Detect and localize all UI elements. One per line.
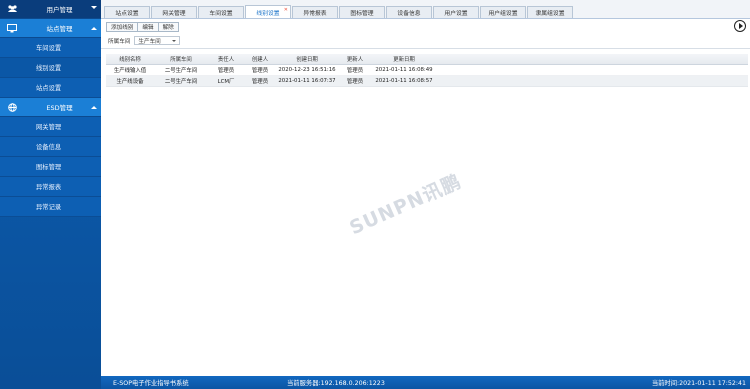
delete-button[interactable]: 解除 <box>157 22 179 32</box>
sidebar-group-label: ESD管理 <box>46 104 73 112</box>
tab-workshop-settings[interactable]: 车间设置 <box>198 6 244 18</box>
table-cell: 2021-01-11 16:08:57 <box>375 78 433 84</box>
sidebar-item-exception-report[interactable]: 异常报表 <box>0 177 101 197</box>
chevron-up-icon <box>91 106 97 109</box>
sidebar-header-user-management[interactable]: 用户管理 <box>0 0 101 19</box>
close-icon[interactable]: ✕ <box>284 7 288 13</box>
table-cell: 二号生产车间 <box>164 79 198 85</box>
tab-station-settings[interactable]: 站点设置 <box>104 6 150 18</box>
divider <box>101 48 750 49</box>
chevron-down-icon <box>91 6 97 9</box>
table-cell: 管理员 <box>346 79 364 85</box>
server-info: 当前服务器:192.168.0.206:1223 <box>287 380 385 387</box>
tab-user-settings[interactable]: 用户设置 <box>433 6 479 18</box>
tab-line-settings[interactable]: 线别设置 ✕ <box>245 5 291 18</box>
table-cell: LCM厂 <box>217 79 235 85</box>
column-header[interactable]: 创建人 <box>244 55 276 63</box>
globe-icon <box>6 102 18 112</box>
sidebar-item-gateway-management[interactable]: 网关管理 <box>0 117 101 137</box>
chevron-up-icon <box>91 27 97 30</box>
column-header[interactable]: 更新日期 <box>372 55 436 63</box>
table-cell: 生产线设备 <box>116 79 144 85</box>
table-cell: 生产线输入值 <box>113 68 147 74</box>
sidebar-group-esd-management[interactable]: ESD管理 <box>0 98 101 117</box>
table-cell: 2020-12-23 16:51:16 <box>278 67 336 73</box>
table-cell: 管理员 <box>346 68 364 74</box>
table-cell: 二号生产车间 <box>164 68 198 74</box>
tab-bar: 站点设置 网关管理 车间设置 线别设置 ✕ 异常报表 图标管理 设备信息 用户设… <box>101 0 750 19</box>
table-cell: 管理员 <box>251 68 269 74</box>
tab-device-info[interactable]: 设备信息 <box>386 6 432 18</box>
column-header[interactable]: 线别名称 <box>106 55 154 63</box>
table-cell: 2021-01-11 16:07:37 <box>278 78 336 84</box>
chevron-down-icon <box>172 39 177 42</box>
column-header[interactable]: 创建日期 <box>276 55 338 63</box>
status-bar: E-SOP电子作业指导书系统 当前服务器:192.168.0.206:1223 … <box>101 376 750 389</box>
table-header-row: 线别名称 所属车间 责任人 创建人 创建日期 更新人 更新日期 <box>106 54 748 65</box>
play-icon[interactable] <box>734 20 746 32</box>
table-row[interactable]: 生产线输入值 二号生产车间 管理员 管理员 2020-12-23 16:51:1… <box>106 65 748 76</box>
sidebar-item-station-settings[interactable]: 站点设置 <box>0 78 101 98</box>
app-name: E-SOP电子作业指导书系统 <box>113 380 189 387</box>
current-time: 当前时间:2021-01-11 17:52:41 <box>651 380 746 387</box>
monitor-icon <box>6 23 18 33</box>
workshop-select[interactable]: 生产车间 <box>134 36 181 45</box>
main-content <box>101 49 750 376</box>
sidebar-item-exception-log[interactable]: 异常记录 <box>0 197 101 217</box>
column-header[interactable]: 所属车间 <box>154 55 208 63</box>
sidebar-group-station-management[interactable]: 站点管理 <box>0 19 101 38</box>
users-icon <box>6 4 18 14</box>
sidebar-item-line-settings[interactable]: 线别设置 <box>0 58 101 78</box>
table-row[interactable]: 生产线设备 二号生产车间 LCM厂 管理员 2021-01-11 16:07:3… <box>106 76 748 87</box>
table-cell: 管理员 <box>217 68 235 74</box>
add-line-button[interactable]: 添加线别 <box>106 22 139 32</box>
tab-membership-group-settings[interactable]: 隶属组设置 <box>527 6 573 18</box>
tab-label: 线别设置 <box>256 10 280 17</box>
edit-button[interactable]: 编辑 <box>137 22 159 32</box>
tab-icon-management[interactable]: 图标管理 <box>339 6 385 18</box>
sidebar-header-label: 用户管理 <box>46 6 73 14</box>
tab-exception-report[interactable]: 异常报表 <box>292 6 338 18</box>
tab-gateway-management[interactable]: 网关管理 <box>151 6 197 18</box>
line-table: 线别名称 所属车间 责任人 创建人 创建日期 更新人 更新日期 生产线输入值 二… <box>106 54 748 87</box>
select-value: 生产车间 <box>138 38 161 45</box>
sidebar-group-label: 站点管理 <box>46 25 73 33</box>
sidebar-item-device-info[interactable]: 设备信息 <box>0 137 101 157</box>
column-header[interactable]: 更新人 <box>338 55 372 63</box>
table-cell: 2021-01-11 16:08:49 <box>375 67 433 73</box>
tab-user-group-settings[interactable]: 用户组设置 <box>480 6 526 18</box>
filter-label: 所属车间 <box>108 38 131 45</box>
column-header[interactable]: 责任人 <box>208 55 244 63</box>
sidebar-item-icon-management[interactable]: 图标管理 <box>0 157 101 177</box>
sidebar-item-workshop-settings[interactable]: 车间设置 <box>0 38 101 58</box>
toolbar: 添加线别 编辑 解除 <box>106 22 179 32</box>
table-cell: 管理员 <box>251 79 269 85</box>
sidebar: 用户管理 站点管理 车间设置 线别设置 站点设置 ESD管理 网关管理 设备信息… <box>0 0 101 389</box>
workshop-filter: 所属车间 生产车间 <box>108 36 181 45</box>
